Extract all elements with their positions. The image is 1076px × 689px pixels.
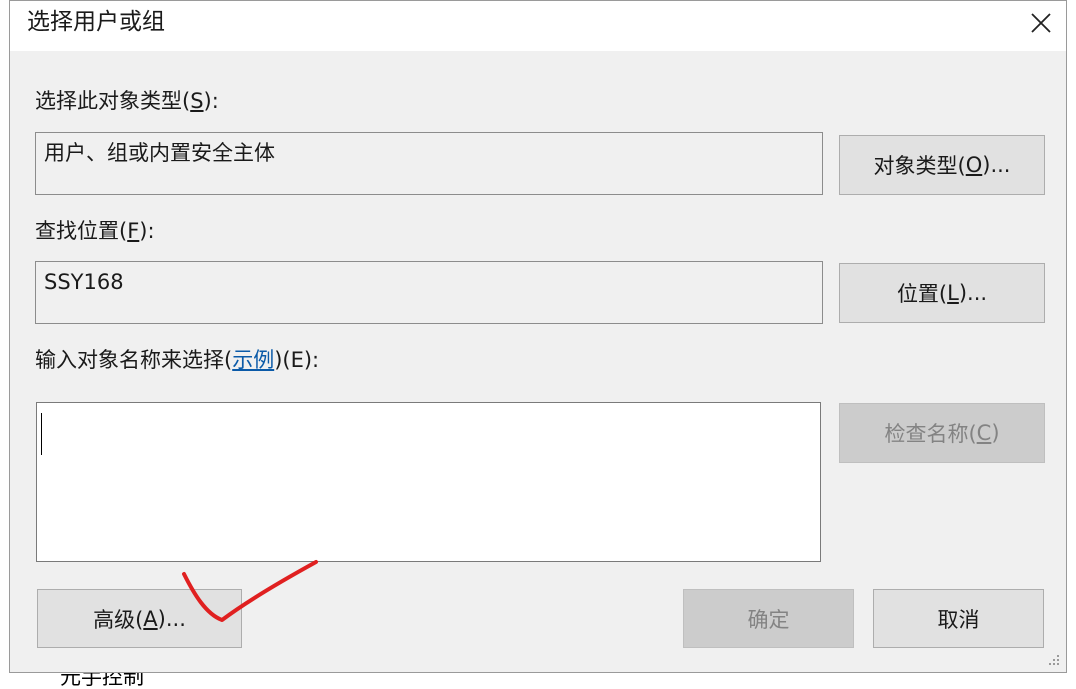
names-label: 输入对象名称来选择(示例)(E): xyxy=(35,348,320,372)
close-icon xyxy=(1031,13,1051,33)
location-field: SSY168 xyxy=(35,261,823,324)
check-names-button[interactable]: 检查名称(C) xyxy=(839,403,1045,463)
select-users-dialog: 选择用户或组 选择此对象类型(S): 用户、组或内置安全主体 对象类型(O)..… xyxy=(9,0,1067,673)
background-window xyxy=(0,673,1076,684)
text-caret xyxy=(41,413,42,455)
ok-button[interactable]: 确定 xyxy=(683,589,854,648)
locations-button[interactable]: 位置(L)... xyxy=(839,263,1045,323)
examples-link[interactable]: 示例 xyxy=(232,348,274,372)
object-type-value: 用户、组或内置安全主体 xyxy=(44,141,275,165)
object-names-input[interactable] xyxy=(36,402,821,562)
resize-grip-icon[interactable] xyxy=(1046,652,1060,666)
object-types-button[interactable]: 对象类型(O)... xyxy=(839,135,1045,195)
location-label: 查找位置(F): xyxy=(35,219,155,243)
object-type-field: 用户、组或内置安全主体 xyxy=(35,132,823,195)
object-type-label: 选择此对象类型(S): xyxy=(35,89,219,113)
title-bar: 选择用户或组 xyxy=(10,1,1066,51)
close-button[interactable] xyxy=(1016,1,1066,45)
dialog-title: 选择用户或组 xyxy=(27,9,165,35)
location-value: SSY168 xyxy=(44,270,124,294)
red-checkmark-annotation xyxy=(182,560,318,622)
cancel-button[interactable]: 取消 xyxy=(873,589,1044,648)
